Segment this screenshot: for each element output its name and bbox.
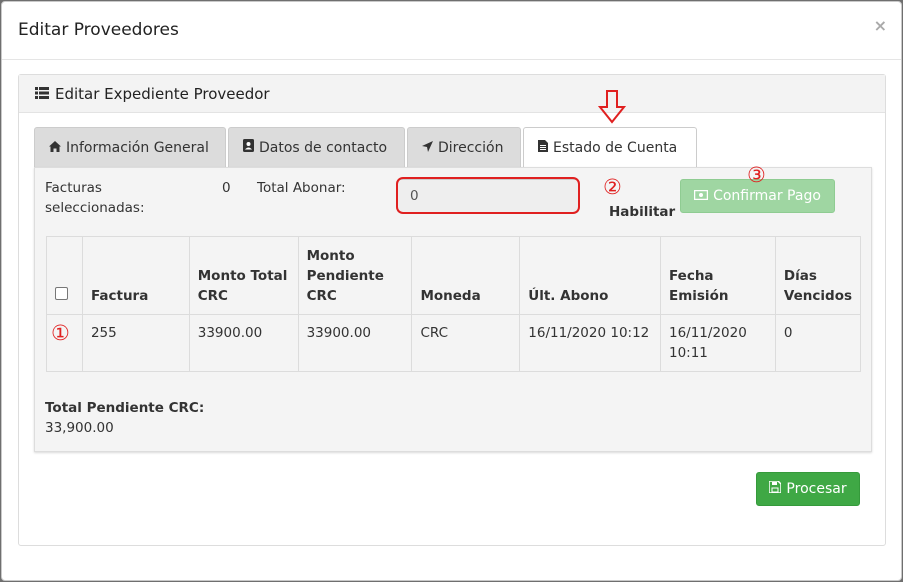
tab-bar: Información General Datos de contacto Di… xyxy=(34,127,697,168)
select-all-checkbox[interactable] xyxy=(55,287,68,300)
table-row[interactable]: ① 255 33900.00 33900.00 CRC 16/11/2020 1… xyxy=(46,314,862,372)
select-all-header xyxy=(46,236,83,315)
home-icon xyxy=(49,140,61,156)
cell-monto-total: 33900.00 xyxy=(188,314,299,372)
edit-supplier-modal: Editar Proveedores × Editar Expediente P… xyxy=(1,1,902,581)
modal-header: Editar Proveedores × xyxy=(2,2,901,60)
cell-fecha-emision: 16/11/2020 10:11 xyxy=(659,314,776,372)
save-icon xyxy=(768,480,783,497)
close-icon[interactable]: × xyxy=(874,16,887,35)
panel-title: Editar Expediente Proveedor xyxy=(35,85,270,103)
tab-label: Datos de contacto xyxy=(259,139,388,156)
tab-datos-contacto[interactable]: Datos de contacto xyxy=(228,127,405,167)
invoices-table: Factura Monto Total CRC Monto Pendiente … xyxy=(46,236,862,372)
panel-heading: Editar Expediente Proveedor xyxy=(19,75,885,113)
total-pendiente-value: 33,900.00 xyxy=(45,420,114,436)
cell-moneda: CRC xyxy=(411,314,521,372)
estado-cuenta-content: Facturas seleccionadas: 0 Total Abonar: … xyxy=(34,163,872,452)
header-fecha-emision: Fecha Emisión xyxy=(659,236,776,315)
total-pendiente-label: Total Pendiente CRC: xyxy=(45,400,205,416)
total-abonar-label: Total Abonar: xyxy=(257,180,346,196)
tab-label: Dirección xyxy=(438,139,504,156)
header-factura: Factura xyxy=(81,236,190,315)
annotation-1: ① xyxy=(51,321,70,345)
total-abonar-input[interactable]: 0 xyxy=(397,179,579,213)
cell-ult-abono: 16/11/2020 10:12 xyxy=(519,314,661,372)
annotation-3: ③ xyxy=(747,163,766,187)
tab-direccion[interactable]: Dirección xyxy=(407,127,521,167)
header-moneda: Moneda xyxy=(411,236,521,315)
procesar-button[interactable]: Procesar xyxy=(756,472,860,506)
procesar-label: Procesar xyxy=(786,481,847,497)
tab-label: Información General xyxy=(66,139,209,156)
tab-informacion-general[interactable]: Información General xyxy=(34,127,226,167)
table-header-row: Factura Monto Total CRC Monto Pendiente … xyxy=(46,236,862,315)
confirmar-pago-label: Confirmar Pago xyxy=(713,188,821,204)
habilitar-label: Habilitar xyxy=(609,204,676,220)
facturas-count: 0 xyxy=(222,180,231,196)
row-select-cell[interactable]: ① xyxy=(46,314,83,372)
cell-dias-vencidos: 0 xyxy=(774,314,862,372)
facturas-seleccionadas-label: Facturas seleccionadas: xyxy=(45,180,145,216)
header-monto-total: Monto Total CRC xyxy=(188,236,299,315)
modal-title: Editar Proveedores xyxy=(18,20,179,40)
arrow-down-annotation xyxy=(597,90,627,124)
tab-estado-cuenta[interactable]: Estado de Cuenta xyxy=(523,127,697,168)
annotation-2: ② xyxy=(603,175,622,199)
header-monto-pendiente: Monto Pendiente CRC xyxy=(297,236,413,315)
header-ult-abono: Últ. Abono xyxy=(519,236,661,315)
money-icon xyxy=(693,188,709,204)
tab-label: Estado de Cuenta xyxy=(553,140,678,156)
cell-monto-pendiente: 33900.00 xyxy=(297,314,413,372)
cell-factura: 255 xyxy=(81,314,190,372)
header-dias-vencidos: Días Vencidos xyxy=(774,236,862,315)
location-arrow-icon xyxy=(422,140,433,156)
contact-book-icon xyxy=(243,139,254,156)
list-icon xyxy=(35,85,49,103)
panel-title-label: Editar Expediente Proveedor xyxy=(55,85,270,103)
document-icon xyxy=(538,140,548,156)
